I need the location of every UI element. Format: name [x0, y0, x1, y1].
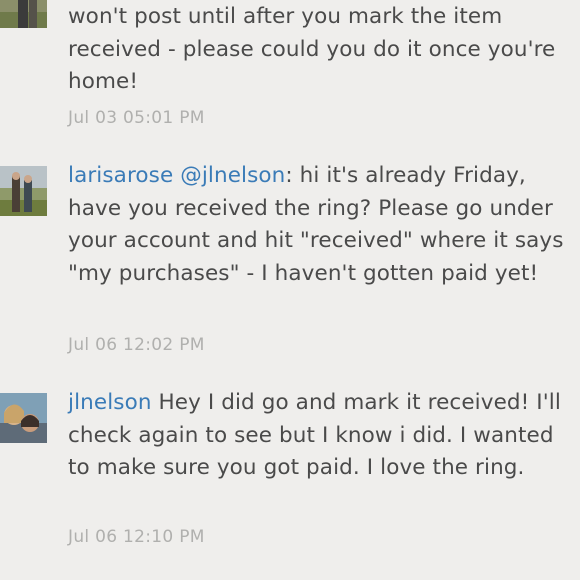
- username-link[interactable]: jlnelson: [68, 390, 152, 415]
- comment-timestamp: Jul 06 12:10 PM: [68, 527, 205, 547]
- mention-link[interactable]: @jlnelson: [180, 163, 285, 188]
- avatar[interactable]: [0, 393, 47, 443]
- comment-timestamp: Jul 03 05:01 PM: [68, 108, 205, 128]
- comment-text: won't post until after you mark the item…: [68, 4, 556, 94]
- username-link[interactable]: larisarose: [68, 163, 173, 188]
- avatar[interactable]: [0, 166, 47, 216]
- avatar[interactable]: [0, 0, 47, 28]
- comment-text: larisarose @jlnelson: hi it's already Fr…: [68, 163, 564, 286]
- comment-text: jlnelson Hey I did go and mark it receiv…: [68, 390, 561, 480]
- comment-timestamp: Jul 06 12:02 PM: [68, 335, 205, 355]
